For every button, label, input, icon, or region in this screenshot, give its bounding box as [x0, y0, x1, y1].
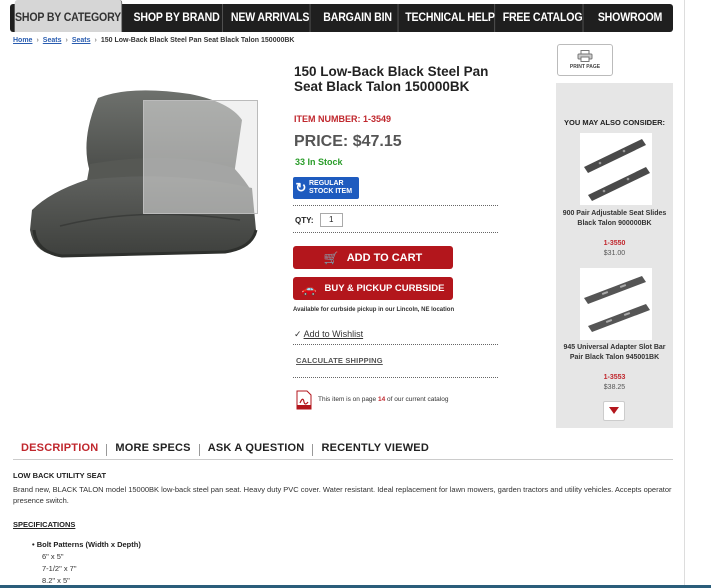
curbside-label: BUY & PICKUP CURBSIDE [324, 283, 445, 294]
item-number-value: 1-3549 [363, 114, 392, 124]
related-product-number: 1-3553 [603, 374, 626, 381]
seat-slides-image [584, 139, 650, 201]
stock-status: 33 In Stock [295, 157, 343, 167]
slot-bar-image [584, 276, 650, 332]
quantity-input[interactable]: 1 [320, 213, 343, 227]
related-product-name[interactable]: 900 Pair Adjustable Seat Slides Black Ta… [560, 209, 669, 229]
breadcrumb-seats-1[interactable]: Seats [43, 37, 62, 44]
related-product-image[interactable] [580, 268, 652, 340]
car-icon: 🚗 [301, 281, 317, 296]
product-tabs: DESCRIPTION MORE SPECS ASK A QUESTION RE… [13, 440, 673, 460]
price-label: PRICE: [294, 133, 349, 150]
nav-free-catalog[interactable]: FREE CATALOG [503, 4, 584, 32]
product-price: PRICE: $47.15 [294, 133, 402, 151]
catalog-page-note: This item is on page 14 of our current c… [318, 396, 448, 403]
divider [293, 232, 498, 233]
tab-recently-viewed[interactable]: RECENTLY VIEWED [313, 440, 437, 459]
add-to-cart-button[interactable]: 🛒 ADD TO CART [293, 246, 453, 269]
nav-new-arrivals[interactable]: NEW ARRIVALS [230, 4, 311, 32]
sidebar-heading: YOU MAY ALSO CONSIDER: [564, 118, 665, 127]
breadcrumb-seats-2[interactable]: Seats [72, 37, 91, 44]
description-text: Brand new, BLACK TALON model 15000BK low… [13, 485, 672, 505]
print-page-label: PRINT PAGE [569, 64, 601, 70]
product-title: 150 Low-Back Black Steel Pan Seat Black … [294, 64, 489, 94]
breadcrumb-current: 150 Low-Back Black Steel Pan Seat Black … [100, 37, 295, 44]
related-product-number: 1-3550 [603, 240, 626, 247]
bolt-pattern-value: 6" x 5" [42, 552, 64, 561]
nav-shop-by-category[interactable]: SHOP BY CATEGORY [14, 0, 123, 32]
checkmark-icon: ✓ [294, 329, 302, 339]
nav-technical-help[interactable]: TECHNICAL HELP [405, 4, 496, 32]
breadcrumb-separator: › [94, 37, 97, 44]
related-products-sidebar: YOU MAY ALSO CONSIDER: 900 Pair Adjustab… [556, 83, 673, 428]
tab-more-specs[interactable]: MORE SPECS [107, 440, 198, 459]
bolt-pattern-value: 8.2" x 5" [42, 576, 70, 585]
nav-shop-by-brand[interactable]: SHOP BY BRAND [131, 4, 223, 32]
badge-line1: REGULAR [309, 180, 344, 187]
bolt-patterns-item: • Bolt Patterns (Width x Depth) [32, 540, 141, 549]
cart-icon: 🛒 [323, 250, 339, 265]
page-edge [684, 0, 685, 588]
calculate-shipping-link[interactable]: CALCULATE SHIPPING [296, 356, 383, 365]
bolt-pattern-value: 7-1/2" x 7" [42, 564, 77, 573]
related-product-price: $38.25 [603, 384, 626, 391]
curbside-pickup-button[interactable]: 🚗 BUY & PICKUP CURBSIDE [293, 277, 453, 300]
pdf-icon[interactable] [294, 390, 314, 410]
divider [293, 344, 498, 345]
breadcrumb-separator: › [65, 37, 68, 44]
printer-icon [577, 50, 593, 62]
product-page: SHOP BY CATEGORY SHOP BY BRAND NEW ARRIV… [0, 0, 711, 588]
catalog-prefix: This item is on page [318, 396, 377, 403]
catalog-page-number: 14 [377, 396, 386, 403]
description-heading: LOW BACK UTILITY SEAT [13, 471, 107, 480]
divider [293, 205, 498, 206]
caret-down-icon [609, 407, 619, 414]
divider [293, 377, 498, 378]
badge-text: REGULAR STOCK ITEM [309, 180, 352, 196]
related-product-image[interactable] [580, 133, 652, 205]
regular-stock-badge: ↻ REGULAR STOCK ITEM [293, 177, 359, 199]
nav-bargain-bin[interactable]: BARGAIN BIN [318, 4, 399, 32]
print-page-button[interactable]: PRINT PAGE [557, 44, 613, 76]
breadcrumb-home[interactable]: Home [13, 37, 32, 44]
zoom-lens[interactable] [143, 100, 258, 214]
add-to-wishlist-link[interactable]: Add to Wishlist [304, 329, 364, 339]
curbside-availability-note: Available for curbside pickup in our Lin… [293, 307, 455, 313]
qty-label: QTY: [295, 216, 314, 225]
bolt-patterns-label: Bolt Patterns (Width x Depth) [36, 540, 141, 549]
nav-showroom[interactable]: SHOWROOM [590, 4, 669, 32]
specifications-heading: SPECIFICATIONS [13, 520, 76, 529]
related-product-price: $31.00 [603, 250, 626, 257]
tab-description[interactable]: DESCRIPTION [13, 440, 106, 459]
main-nav: SHOP BY CATEGORY SHOP BY BRAND NEW ARRIV… [10, 0, 673, 32]
price-value: $47.15 [352, 133, 402, 150]
badge-line2: STOCK ITEM [309, 188, 353, 195]
wishlist-row: ✓ Add to Wishlist [294, 329, 363, 340]
sidebar-scroll-down-button[interactable] [603, 401, 625, 421]
refresh-icon: ↻ [295, 180, 307, 195]
related-product-name[interactable]: 945 Universal Adapter Slot Bar Pair Blac… [560, 343, 669, 363]
item-number: ITEM NUMBER: 1-3549 [294, 114, 391, 124]
breadcrumb: Home › Seats › Seats › 150 Low-Back Black Stee… [13, 37, 295, 44]
tab-ask-a-question[interactable]: ASK A QUESTION [200, 440, 313, 459]
add-to-cart-label: ADD TO CART [346, 251, 423, 264]
item-number-label: ITEM NUMBER: [294, 114, 361, 124]
catalog-suffix: of our current catalog [387, 396, 449, 403]
breadcrumb-separator: › [36, 37, 39, 44]
